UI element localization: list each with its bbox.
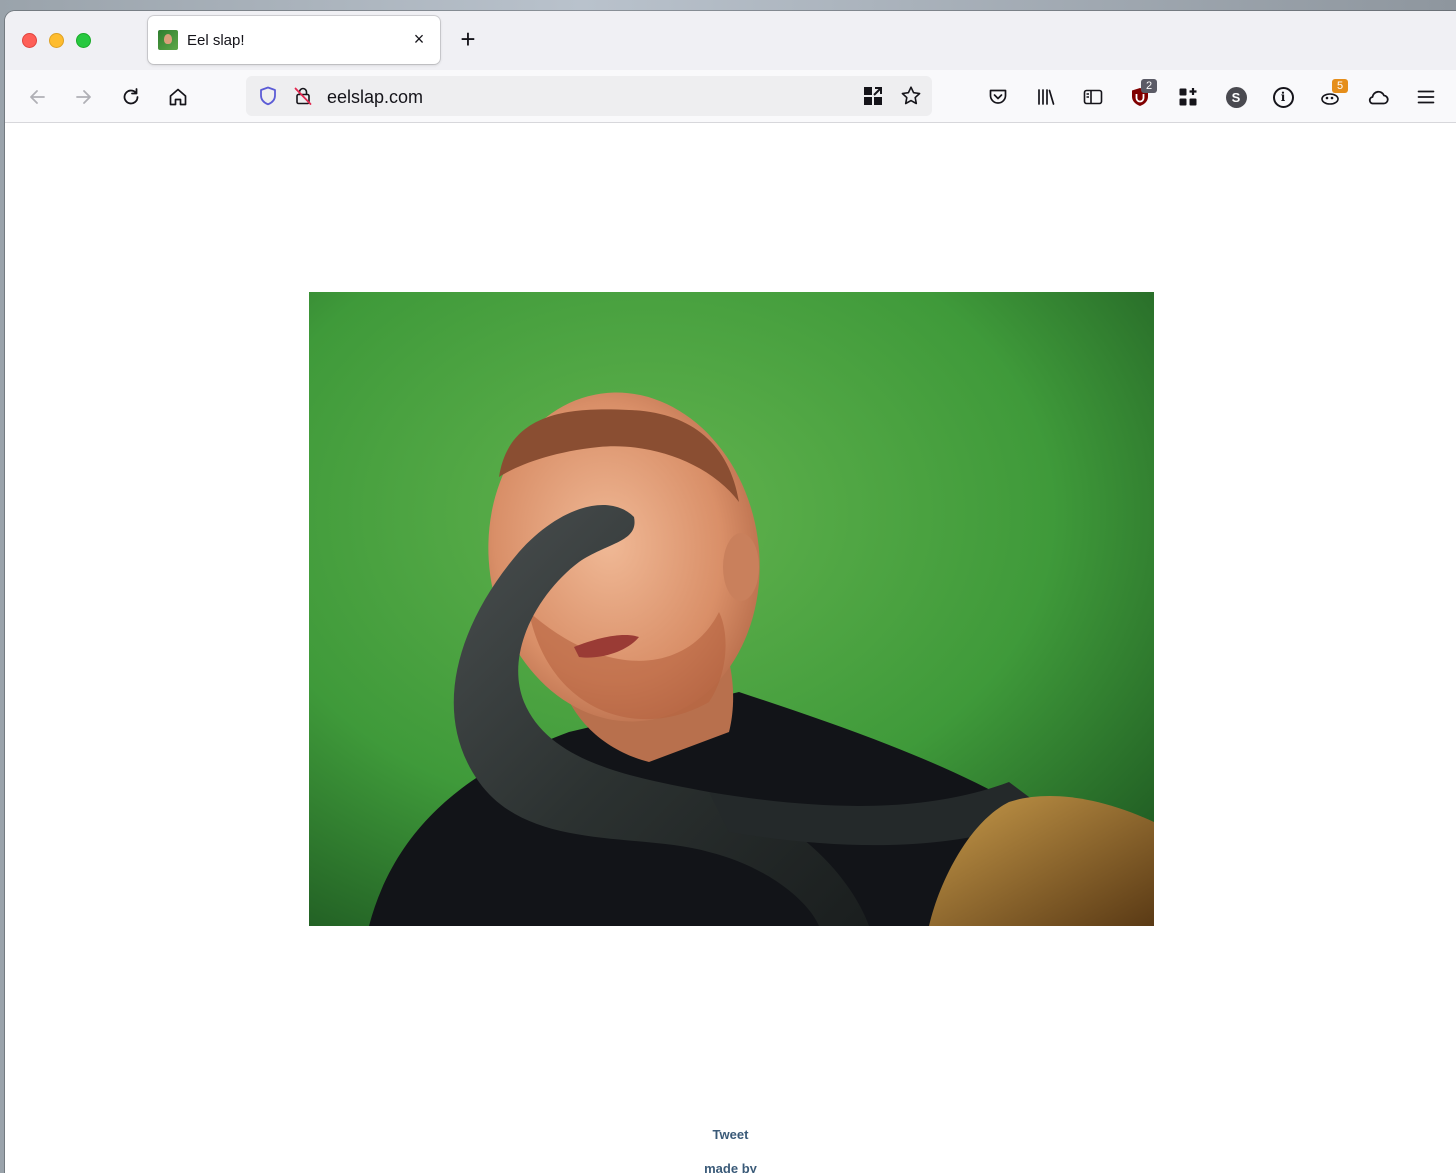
window-maximize-button[interactable]	[76, 33, 91, 48]
home-button[interactable]	[163, 82, 193, 112]
arrow-left-icon	[30, 90, 45, 104]
pocket-button[interactable]	[983, 82, 1013, 112]
sidebar-button[interactable]	[1078, 82, 1108, 112]
ublock-extension-button[interactable]: 2	[1125, 79, 1157, 112]
forward-button[interactable]	[69, 82, 99, 112]
library-icon	[1038, 89, 1055, 105]
tab-title: Eel slap!	[187, 32, 245, 49]
back-button[interactable]	[22, 82, 52, 112]
browser-window: Eel slap! × + eelslap.com 2 S i 5 Tweet …	[5, 11, 1456, 1173]
page-content: Tweet made by	[5, 124, 1456, 1173]
app-menu-button[interactable]	[1411, 82, 1441, 112]
s-extension-button[interactable]: S	[1221, 82, 1251, 112]
tweet-link[interactable]: Tweet	[5, 1127, 1456, 1142]
arrow-right-icon	[76, 90, 91, 104]
home-icon	[169, 88, 187, 106]
reload-icon	[123, 88, 139, 105]
hamburger-menu-icon	[1417, 90, 1435, 104]
new-tab-button[interactable]: +	[455, 26, 481, 53]
qr-code-icon[interactable]	[863, 86, 883, 106]
s-icon-letter: S	[1231, 89, 1241, 105]
account-sync-button[interactable]	[1363, 82, 1393, 112]
library-button[interactable]	[1031, 82, 1061, 112]
info-extension-button[interactable]: i	[1268, 82, 1298, 112]
tab-eel-slap[interactable]: Eel slap! ×	[148, 16, 440, 64]
info-icon-letter: i	[1280, 89, 1286, 104]
window-close-button[interactable]	[22, 33, 37, 48]
tracking-shield-icon[interactable]	[257, 85, 279, 107]
s-circle-icon: S	[1225, 86, 1247, 108]
extension-badge: 5	[1332, 79, 1348, 93]
info-circle-icon: i	[1272, 86, 1294, 108]
notification-extension-button[interactable]: 5	[1316, 79, 1348, 112]
window-minimize-button[interactable]	[49, 33, 64, 48]
tab-close-icon[interactable]: ×	[408, 28, 430, 50]
grid-plus-icon	[1179, 88, 1197, 106]
title-bar: Eel slap! × +	[5, 11, 1456, 70]
url-text[interactable]: eelslap.com	[327, 87, 423, 108]
grid-extension-button[interactable]	[1173, 82, 1203, 112]
favicon-icon	[158, 30, 178, 50]
insecure-lock-icon[interactable]	[292, 85, 314, 107]
cloud-icon	[1368, 90, 1389, 105]
sidebar-icon	[1083, 89, 1103, 105]
ublock-badge: 2	[1141, 79, 1157, 93]
eel-slap-image[interactable]	[309, 292, 1154, 926]
bookmark-star-icon[interactable]	[899, 84, 923, 108]
pocket-icon	[989, 89, 1007, 104]
made-by-text: made by	[704, 1161, 757, 1173]
reload-button[interactable]	[116, 82, 146, 112]
navigation-toolbar: eelslap.com 2 S i 5	[5, 70, 1456, 123]
address-bar[interactable]: eelslap.com	[246, 76, 932, 116]
